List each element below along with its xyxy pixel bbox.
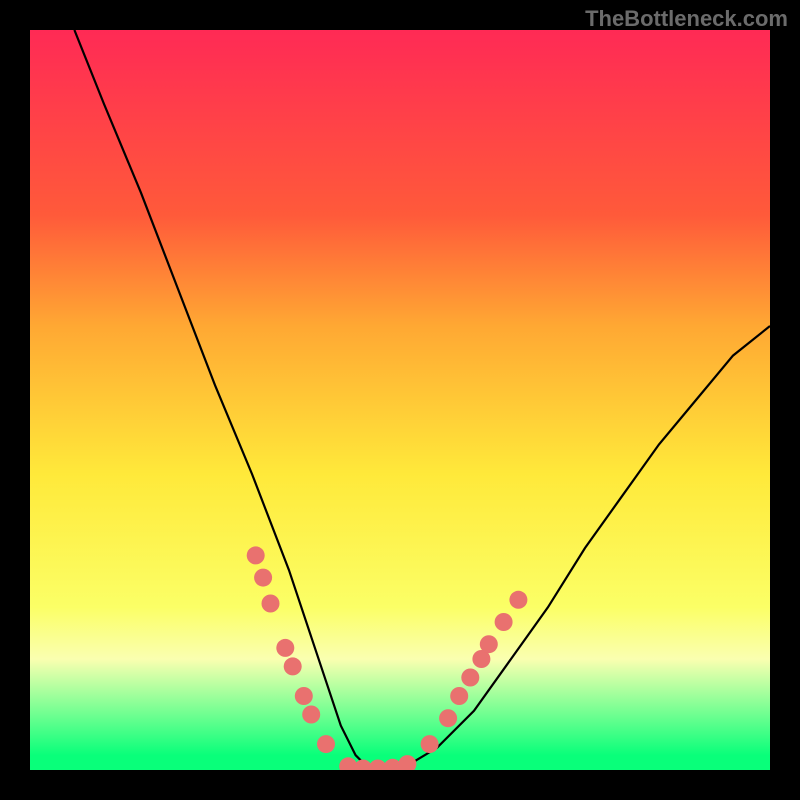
data-marker	[262, 595, 280, 613]
chart-svg	[30, 30, 770, 770]
data-marker	[247, 546, 265, 564]
plot-area	[30, 30, 770, 770]
data-marker	[317, 735, 335, 753]
data-marker	[439, 709, 457, 727]
data-markers	[247, 546, 528, 770]
data-marker	[254, 569, 272, 587]
data-marker	[461, 669, 479, 687]
data-marker	[398, 755, 416, 770]
bottleneck-curve	[74, 30, 770, 770]
data-marker	[450, 687, 468, 705]
data-marker	[295, 687, 313, 705]
data-marker	[276, 639, 294, 657]
data-marker	[509, 591, 527, 609]
data-marker	[421, 735, 439, 753]
data-marker	[480, 635, 498, 653]
data-marker	[284, 657, 302, 675]
watermark-text: TheBottleneck.com	[585, 6, 788, 32]
data-marker	[302, 706, 320, 724]
data-marker	[495, 613, 513, 631]
